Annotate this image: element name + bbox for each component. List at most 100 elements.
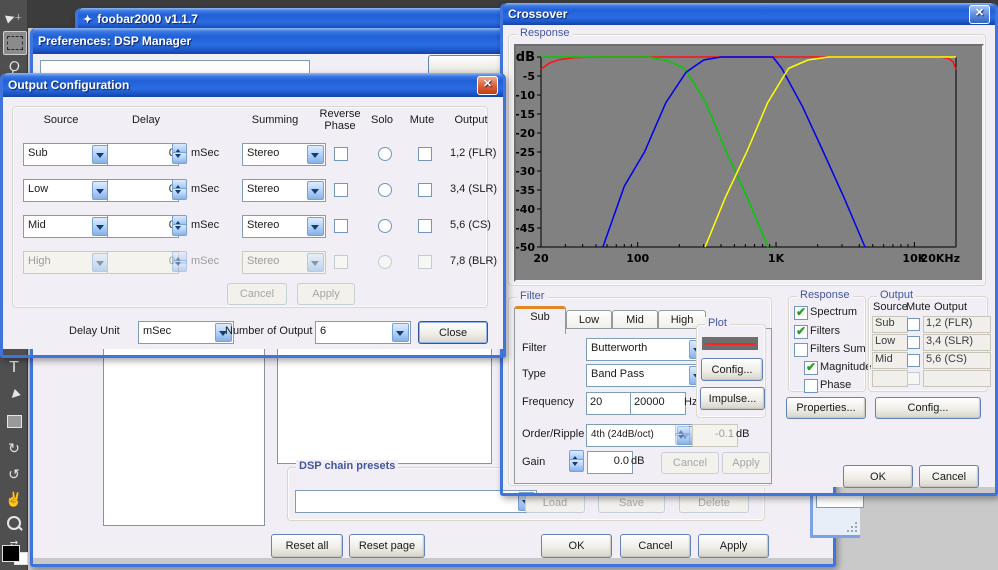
mute-checkbox-row4[interactable]	[418, 255, 432, 269]
move-tool-icon[interactable]: ▶＋	[3, 6, 25, 28]
filter-cancel-button[interactable]: Cancel	[661, 452, 719, 474]
crossover-titlebar[interactable]: Crossover ✕	[503, 3, 995, 25]
solo-radio-row3[interactable]	[378, 219, 392, 233]
type-tool-icon[interactable]: T	[3, 357, 25, 379]
reverse-phase-checkbox-row3[interactable]	[334, 219, 348, 233]
freq-high-field[interactable]: 20000	[630, 392, 686, 415]
output-config-button[interactable]: Config...	[875, 397, 981, 419]
xo-mute-header: Mute	[906, 301, 930, 313]
preferences-cancel-button[interactable]: Cancel	[620, 534, 691, 558]
delay-field-row1[interactable]: 0	[107, 143, 179, 166]
col-delay-header: Delay	[118, 114, 174, 126]
orbit-tool-icon[interactable]: ↺	[3, 463, 25, 485]
rotate-view-tool-icon[interactable]: ↻	[3, 437, 25, 459]
properties-button[interactable]: Properties...	[786, 397, 866, 419]
output-configuration-titlebar[interactable]: Output Configuration ✕	[3, 73, 503, 97]
preferences-ok-button[interactable]: OK	[541, 534, 612, 558]
delay-spinner-row2[interactable]	[172, 179, 185, 200]
phase-checkbox[interactable]	[804, 379, 818, 393]
solo-radio-row1[interactable]	[378, 147, 392, 161]
output-cancel-button[interactable]: Cancel	[227, 283, 287, 305]
gain-spinner[interactable]	[569, 450, 582, 472]
summing-combo-row3[interactable]: Stereo	[242, 215, 326, 238]
source-combo-row2[interactable]: Low	[23, 179, 111, 202]
mute-checkbox-row1[interactable]	[418, 147, 432, 161]
svg-text:-5: -5	[523, 70, 535, 83]
svg-text:-45: -45	[516, 222, 535, 235]
filters-checkbox[interactable]: ✔	[794, 325, 808, 339]
reverse-phase-checkbox-row1[interactable]	[334, 147, 348, 161]
xo-mute-low-checkbox[interactable]	[907, 336, 920, 349]
plot-panel: dB-5-10-15-20-25-30-35-40-45-50201001K10…	[514, 44, 984, 282]
reset-all-button[interactable]: Reset all	[271, 534, 343, 558]
foreground-color-swatch[interactable]	[2, 545, 20, 562]
summing-combo-row2[interactable]: Stereo	[242, 179, 326, 202]
svg-text:20KHz: 20KHz	[921, 252, 960, 265]
resize-grip[interactable]	[847, 522, 857, 532]
filter-apply-button[interactable]: Apply	[722, 452, 770, 474]
crossover-cancel-button[interactable]: Cancel	[919, 465, 979, 488]
plot-config-button[interactable]: Config...	[701, 358, 763, 381]
source-combo-row4[interactable]: High	[23, 251, 111, 274]
crossover-close-icon[interactable]: ✕	[969, 5, 990, 24]
svg-text:-10: -10	[516, 89, 535, 102]
summing-combo-row4[interactable]: Stereo	[242, 251, 326, 274]
ripple-spinner[interactable]	[675, 424, 688, 445]
marquee-tool-icon[interactable]	[3, 31, 27, 55]
source-combo-row1[interactable]: Sub	[23, 143, 111, 166]
xo-mute-high-checkbox[interactable]	[907, 372, 920, 385]
delay-unit-combo[interactable]: mSec	[138, 321, 234, 344]
preset-delete-button[interactable]: Delete	[679, 493, 749, 513]
spectrum-label: Spectrum	[810, 306, 857, 318]
preset-save-button[interactable]: Save	[598, 493, 665, 513]
pass-type-combo[interactable]: Band Pass	[586, 364, 708, 387]
output-close-button[interactable]: Close	[418, 321, 488, 344]
freq-low-field[interactable]: 20	[586, 392, 634, 415]
mute-checkbox-row2[interactable]	[418, 183, 432, 197]
ripple-field[interactable]: -0.1	[692, 424, 738, 447]
preset-load-button[interactable]: Load	[525, 493, 585, 513]
reset-page-button[interactable]: Reset page	[349, 534, 425, 558]
tab-sub[interactable]: Sub	[514, 306, 566, 334]
spectrum-checkbox[interactable]: ✔	[794, 306, 808, 320]
delay-spinner-row4[interactable]	[172, 251, 185, 272]
reverse-phase-checkbox-row4[interactable]	[334, 255, 348, 269]
foobar2000-titlebar[interactable]: ✦ foobar2000 v1.1.7	[78, 8, 508, 30]
delay-field-row2[interactable]: 0	[107, 179, 179, 202]
output-configuration-close-icon[interactable]: ✕	[477, 76, 498, 95]
pass-type-label: Type	[522, 368, 546, 380]
delay-field-row4[interactable]: 0	[107, 251, 179, 274]
delay-spinner-row3[interactable]	[172, 215, 185, 236]
output-apply-button[interactable]: Apply	[297, 283, 355, 305]
frequency-label: Frequency	[522, 396, 574, 408]
filters-sum-checkbox[interactable]	[794, 343, 808, 357]
summing-combo-row1[interactable]: Stereo	[242, 143, 326, 166]
delay-field-row3[interactable]: 0	[107, 215, 179, 238]
col-reverse-phase-header: Reverse Phase	[316, 108, 364, 132]
crossover-ok-button[interactable]: OK	[843, 465, 913, 488]
reverse-phase-checkbox-row2[interactable]	[334, 183, 348, 197]
xo-output-cell: 3,4 (SLR)	[923, 334, 991, 351]
magnitude-checkbox[interactable]: ✔	[804, 361, 818, 375]
col-solo-header: Solo	[365, 114, 399, 126]
magnitude-label: Magnitude	[820, 361, 871, 373]
preferences-apply-button[interactable]: Apply	[698, 534, 769, 558]
col-output-header: Output	[443, 114, 499, 126]
xo-mute-sub-checkbox[interactable]	[907, 318, 920, 331]
rectangle-tool-icon[interactable]	[3, 410, 25, 432]
zoom-tool-icon[interactable]	[3, 512, 25, 534]
solo-radio-row2[interactable]	[378, 183, 392, 197]
number-of-output-combo[interactable]: 6	[315, 321, 411, 344]
delay-unit-row1: mSec	[191, 147, 219, 159]
gain-field[interactable]: 0.0	[587, 451, 633, 474]
filter-family-combo[interactable]: Butterworth	[586, 338, 708, 361]
xo-mute-mid-checkbox[interactable]	[907, 354, 920, 367]
plot-impulse-button[interactable]: Impulse...	[700, 387, 765, 410]
delay-spinner-row1[interactable]	[172, 143, 185, 164]
hand-tool-icon[interactable]: ✌	[3, 488, 25, 510]
direct-select-tool-icon[interactable]: ▶	[3, 383, 25, 405]
svg-text:20: 20	[533, 252, 549, 265]
solo-radio-row4[interactable]	[378, 255, 392, 269]
mute-checkbox-row3[interactable]	[418, 219, 432, 233]
source-combo-row3[interactable]: Mid	[23, 215, 111, 238]
